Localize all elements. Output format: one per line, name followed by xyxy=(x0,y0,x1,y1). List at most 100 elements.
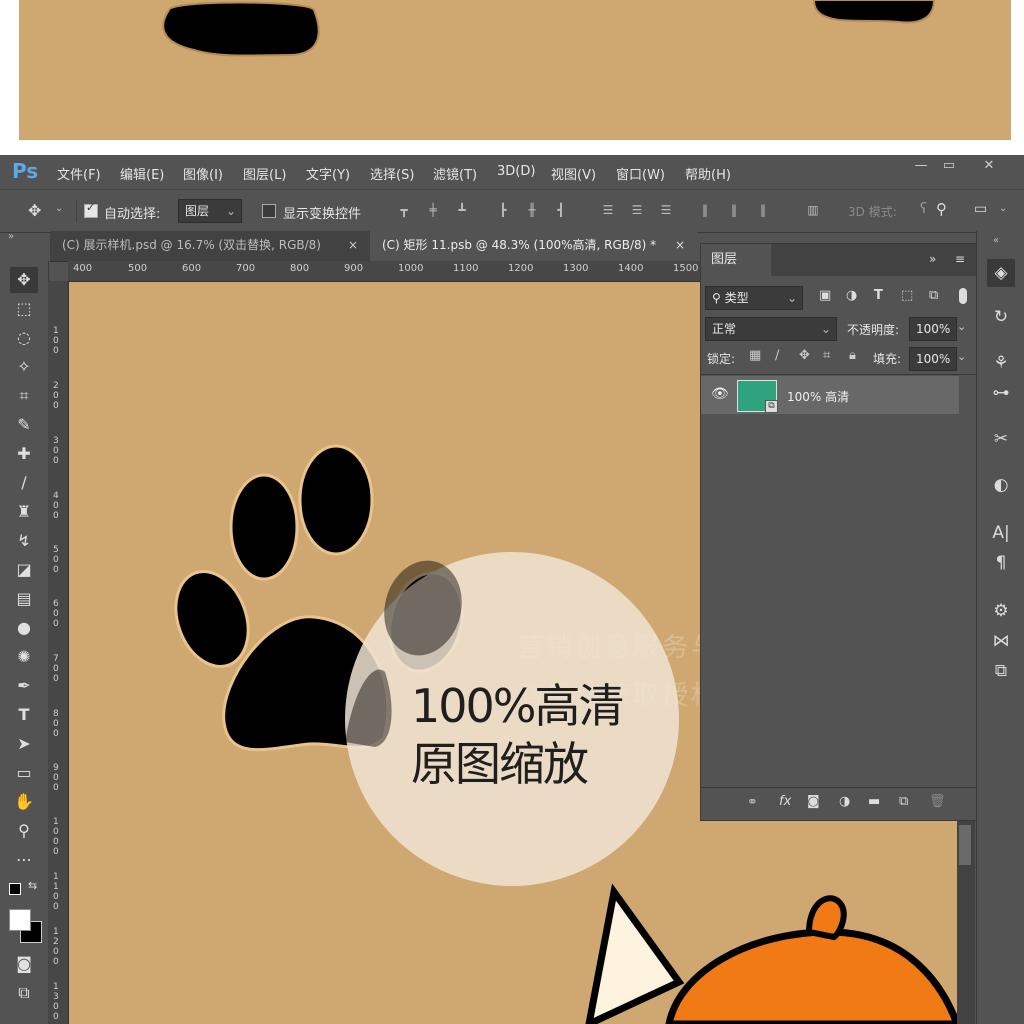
align-bottom-icon[interactable]: ┻ xyxy=(455,203,469,217)
shape-filter-icon[interactable]: ⬚ xyxy=(901,288,913,303)
history-panel-icon[interactable]: ↻ xyxy=(987,303,1015,331)
chevron-down-icon[interactable]: ⌄ xyxy=(999,203,1007,214)
menu-edit[interactable]: 编辑(E) xyxy=(120,164,164,183)
collapse-icon[interactable]: » xyxy=(929,252,936,266)
menu-select[interactable]: 选择(S) xyxy=(370,164,414,183)
menu-layer[interactable]: 图层(L) xyxy=(243,164,286,183)
distribute-hcenter-icon[interactable]: ‖ xyxy=(727,203,741,217)
search-icon[interactable]: ⚲ xyxy=(936,200,947,218)
tab-mockup[interactable]: (C) 展示样机.psd @ 16.7% (双击替换, RGB/8) × xyxy=(50,231,370,261)
healing-brush-icon[interactable]: ✚ xyxy=(10,441,38,467)
menu-filter[interactable]: 滤镜(T) xyxy=(433,164,477,183)
foreground-color-swatch[interactable] xyxy=(9,909,31,931)
menu-3d[interactable]: 3D(D) xyxy=(497,164,535,179)
gradient-tool-icon[interactable]: ▤ xyxy=(10,586,38,612)
align-top-icon[interactable]: ┳ xyxy=(397,203,411,217)
vertical-scrollbar[interactable] xyxy=(957,815,975,1024)
lock-artboard-icon[interactable]: ⌗ xyxy=(823,348,830,363)
link-layers-icon[interactable]: ⚭ xyxy=(747,795,758,810)
type-tool-icon[interactable]: T xyxy=(10,702,38,728)
rotate-3d-icon[interactable]: ʕ xyxy=(920,201,927,217)
zoom-tool-icon[interactable]: ⚲ xyxy=(10,818,38,844)
eye-icon[interactable]: 👁︎ xyxy=(711,386,729,402)
auto-align-icon[interactable]: ▥ xyxy=(806,203,820,217)
swap-colors-icon[interactable]: ⇆ xyxy=(28,879,37,892)
close-icon[interactable]: × xyxy=(675,231,685,259)
layer-row[interactable]: 👁︎ ⧉ 100% 高清 xyxy=(701,376,959,414)
align-left-icon[interactable]: ┣ xyxy=(496,203,510,217)
channels-panel-icon[interactable]: ⚙ xyxy=(987,597,1015,625)
folder-icon[interactable]: ▬ xyxy=(868,794,880,809)
trash-icon[interactable]: 🗑︎ xyxy=(929,794,946,809)
dodge-tool-icon[interactable]: ✺ xyxy=(10,644,38,670)
collapse-icon[interactable]: « xyxy=(993,235,999,246)
crop-tool-icon[interactable]: ⌗ xyxy=(10,383,38,409)
distribute-left-icon[interactable]: ‖ xyxy=(698,203,712,217)
close-icon[interactable]: ✕ xyxy=(968,155,1010,177)
default-colors-icon[interactable] xyxy=(9,883,21,895)
character-panel-icon[interactable]: A| xyxy=(987,519,1015,547)
brush-tool-icon[interactable]: ∕ xyxy=(10,470,38,496)
eraser-icon[interactable]: ◪ xyxy=(10,557,38,583)
blend-mode-dropdown[interactable]: 正常 ⌄ xyxy=(705,317,837,341)
distribute-right-icon[interactable]: ‖ xyxy=(756,203,770,217)
menu-file[interactable]: 文件(F) xyxy=(57,164,101,183)
paths-panel-icon[interactable]: ⋈ xyxy=(987,627,1015,655)
hand-tool-icon[interactable]: ✋ xyxy=(10,789,38,815)
align-hcenter-icon[interactable]: ╫ xyxy=(525,203,539,217)
marquee-tool-icon[interactable]: ⬚ xyxy=(10,296,38,322)
quick-mask-icon[interactable]: ◙ xyxy=(10,951,38,977)
adjustment-filter-icon[interactable]: ◑ xyxy=(846,288,857,303)
lock-transparent-icon[interactable]: ▦ xyxy=(749,348,761,363)
eyedropper-icon[interactable]: ✎ xyxy=(10,412,38,438)
chevron-down-icon[interactable]: ⌄ xyxy=(957,350,966,363)
tools-panel-icon[interactable]: ✂ xyxy=(987,425,1015,453)
rectangle-tool-icon[interactable]: ▭ xyxy=(10,760,38,786)
tab-rectangle[interactable]: (C) 矩形 11.psb @ 48.3% (100%高清, RGB/8) * … xyxy=(370,231,697,261)
menu-image[interactable]: 图像(I) xyxy=(183,164,223,183)
lock-pixels-icon[interactable]: ∕ xyxy=(775,348,779,363)
magic-wand-icon[interactable]: ✧ xyxy=(10,354,38,380)
move-tool-icon[interactable]: ✥ xyxy=(10,267,38,293)
pixel-filter-icon[interactable]: ▣ xyxy=(819,288,831,303)
new-layer-icon[interactable]: ⧉ xyxy=(899,794,908,809)
distribute-top-icon[interactable]: ☰ xyxy=(601,203,615,217)
history-brush-icon[interactable]: ↯ xyxy=(10,528,38,554)
fx-icon[interactable]: fx xyxy=(779,794,791,809)
adjustment-layer-icon[interactable]: ◑ xyxy=(839,794,850,809)
move-tool-icon[interactable]: ✥ xyxy=(28,201,41,220)
opacity-input[interactable]: 100% xyxy=(909,317,957,341)
more-tools-icon[interactable]: ⋯ xyxy=(10,847,38,873)
brush-panel-icon[interactable]: ⚘ xyxy=(987,349,1015,377)
filter-toggle[interactable] xyxy=(959,288,967,304)
menu-help[interactable]: 帮助(H) xyxy=(685,164,731,183)
paragraph-panel-icon[interactable]: ¶ xyxy=(987,549,1015,577)
lasso-tool-icon[interactable]: ◌ xyxy=(10,325,38,351)
fill-input[interactable]: 100% xyxy=(909,347,957,371)
layer-name[interactable]: 100% 高清 xyxy=(787,388,849,405)
align-vcenter-icon[interactable]: ╪ xyxy=(426,203,440,217)
show-transform-checkbox[interactable] xyxy=(262,204,276,218)
layers-panel-icon[interactable]: ◈ xyxy=(987,259,1015,287)
workspace-icon[interactable]: ▭ xyxy=(974,201,987,217)
lock-position-icon[interactable]: ✥ xyxy=(799,348,810,363)
align-right-icon[interactable]: ┫ xyxy=(554,203,568,217)
type-filter-icon[interactable]: T xyxy=(874,288,883,303)
chevron-down-icon[interactable]: ⌄ xyxy=(55,203,63,214)
properties-panel-icon[interactable]: ⧉ xyxy=(987,657,1015,685)
layer-filter-dropdown[interactable]: ⚲ 类型 ⌄ xyxy=(705,286,803,310)
menu-window[interactable]: 窗口(W) xyxy=(616,164,665,183)
chevron-down-icon[interactable]: ⌄ xyxy=(957,320,966,333)
scrollbar-thumb[interactable] xyxy=(959,825,971,865)
screen-mode-icon[interactable]: ⧉ xyxy=(10,980,38,1006)
smart-object-filter-icon[interactable]: ⧉ xyxy=(929,288,938,303)
clone-stamp-icon[interactable]: ♜ xyxy=(10,499,38,525)
color-panel-icon[interactable]: ◐ xyxy=(987,471,1015,499)
distribute-bottom-icon[interactable]: ☰ xyxy=(659,203,673,217)
maximize-icon[interactable]: ▭ xyxy=(928,155,970,177)
close-icon[interactable]: × xyxy=(348,231,358,259)
menu-type[interactable]: 文字(Y) xyxy=(306,164,350,183)
auto-select-dropdown[interactable]: 图层 ⌄ xyxy=(178,199,242,223)
expand-icon[interactable]: » xyxy=(8,231,14,242)
pen-tool-icon[interactable]: ✒ xyxy=(10,673,38,699)
